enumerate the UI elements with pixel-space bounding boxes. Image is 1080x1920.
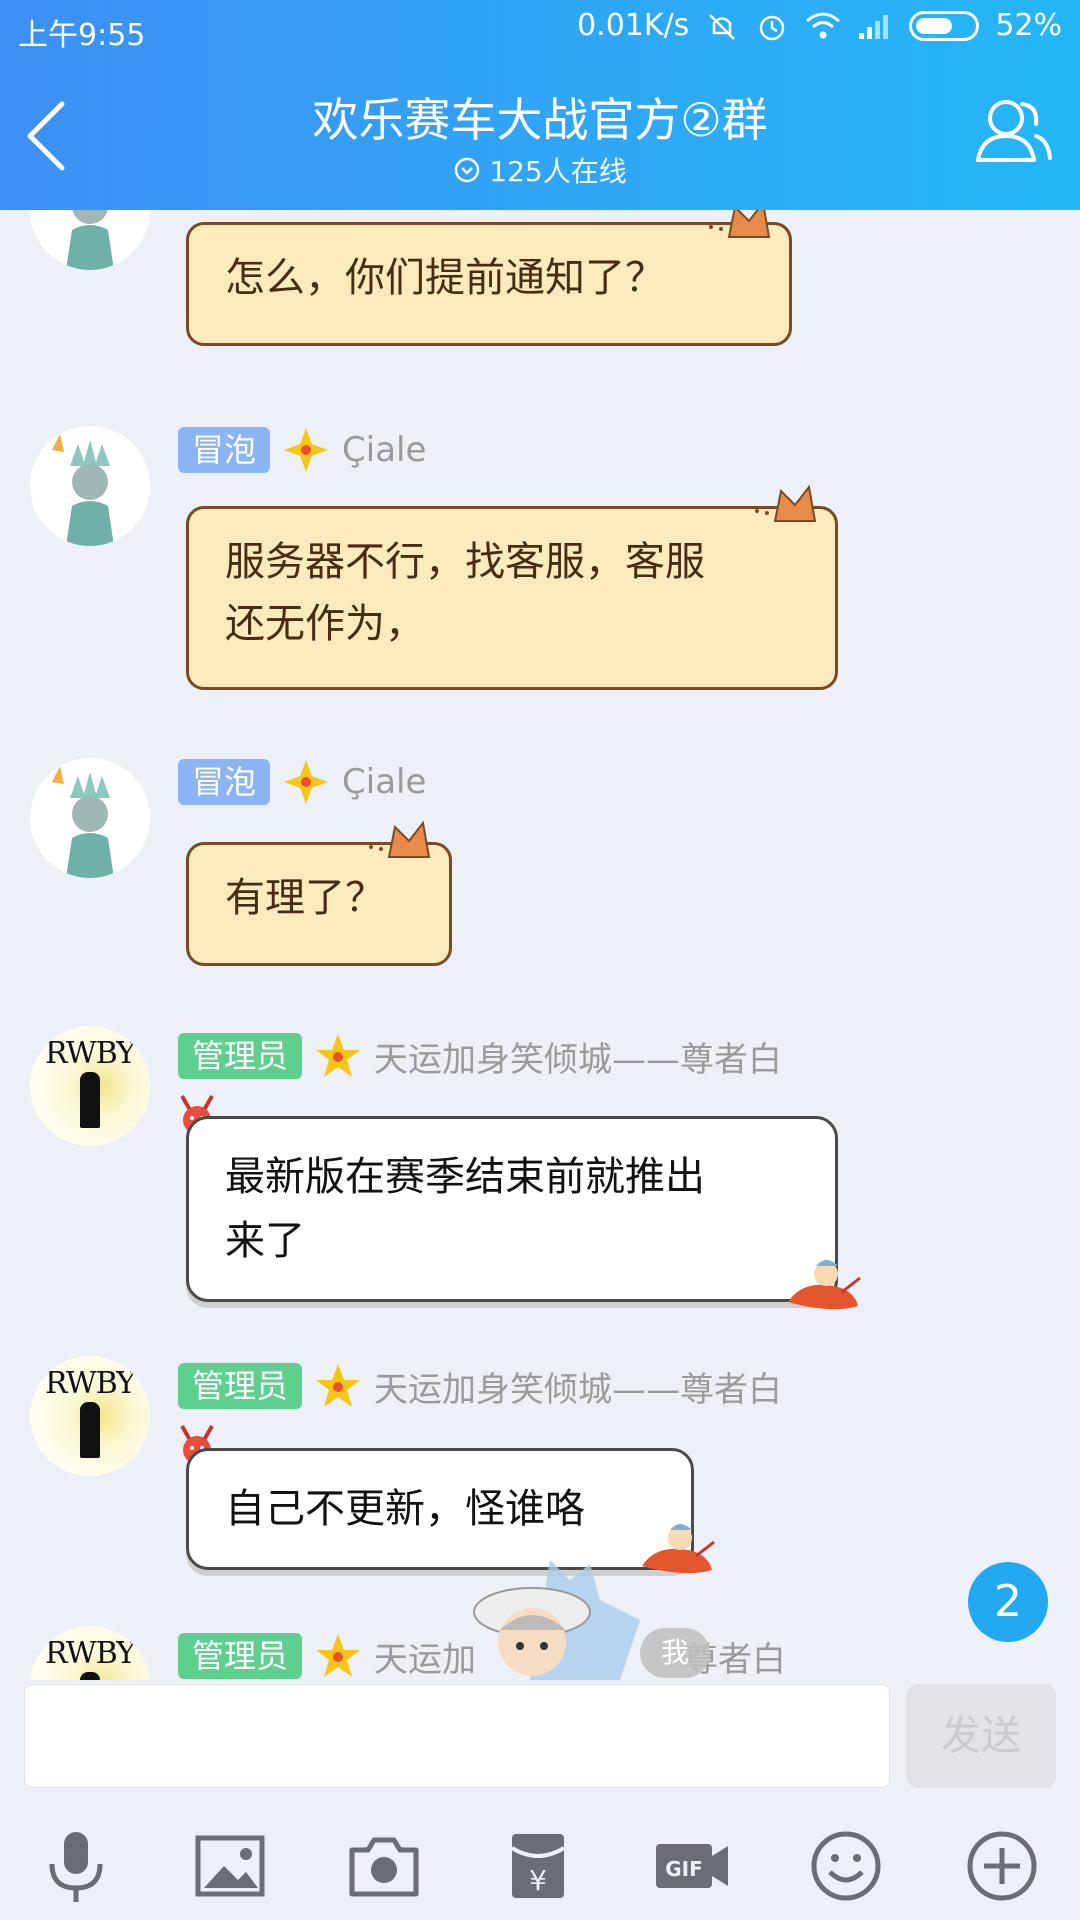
sender-name[interactable]: Çiale bbox=[342, 762, 426, 802]
emoji-icon[interactable] bbox=[806, 1826, 886, 1906]
online-status: 125人在线 bbox=[0, 150, 1080, 190]
mute-icon bbox=[709, 13, 736, 40]
sender-name[interactable]: 天运加身笑倾城——尊者白 bbox=[374, 1362, 782, 1411]
statue-avatar-icon bbox=[30, 210, 150, 270]
svg-text:¥: ¥ bbox=[529, 1864, 547, 1897]
wifi-icon bbox=[806, 12, 841, 38]
camera-icon[interactable] bbox=[344, 1826, 424, 1906]
cat-ear-icon bbox=[755, 484, 817, 522]
message-line: 最新版在赛季结束前就推出 bbox=[225, 1154, 705, 1200]
avatar-figure bbox=[80, 1672, 100, 1680]
message-line: 来了 bbox=[225, 1218, 305, 1264]
input-toolbar: ¥ GIF bbox=[0, 1826, 1080, 1916]
statue-avatar-icon bbox=[30, 426, 150, 546]
avatar-figure bbox=[80, 1402, 100, 1458]
character-sticker-icon bbox=[473, 1560, 640, 1680]
online-count: 125人在线 bbox=[489, 155, 627, 188]
statue-avatar-icon bbox=[30, 758, 150, 878]
star-rank-icon bbox=[316, 1364, 361, 1407]
avatar-text: RWBY bbox=[44, 1036, 136, 1071]
avatar[interactable]: RWBY bbox=[30, 1356, 150, 1476]
avatar-text: RWBY bbox=[44, 1366, 136, 1401]
star-rank-icon bbox=[316, 1034, 361, 1077]
message-bubble[interactable]: 怎么，你们提前通知了？ bbox=[186, 210, 792, 346]
message-line: 服务器不行，找客服，客服 bbox=[225, 539, 705, 585]
avatar[interactable]: RWBY bbox=[30, 1026, 150, 1146]
message-line: 还无作为， bbox=[225, 601, 425, 647]
avatar-text: RWBY bbox=[44, 1636, 136, 1671]
cat-ear-icon bbox=[709, 210, 771, 238]
shrimp-icon bbox=[788, 1260, 861, 1310]
svg-text:GIF: GIF bbox=[665, 1857, 703, 1881]
me-tag: 我 bbox=[640, 1628, 710, 1678]
message-bubble[interactable]: 有理了？ bbox=[186, 820, 452, 966]
avatar[interactable]: RWBY bbox=[30, 1626, 150, 1680]
avatar[interactable] bbox=[30, 426, 150, 546]
gif-icon[interactable]: GIF bbox=[652, 1826, 732, 1906]
sender-name[interactable]: Çiale bbox=[342, 430, 426, 470]
avatar-figure bbox=[80, 1072, 100, 1128]
message-meta: 管理员 天运加身笑倾城——尊者白 bbox=[178, 1362, 782, 1410]
star-rank-icon bbox=[316, 1634, 361, 1677]
message-meta: 冒泡 Çiale bbox=[178, 758, 426, 806]
message-input[interactable] bbox=[24, 1684, 890, 1788]
message-list[interactable]: 怎么，你们提前通知了？ 冒泡 Çiale 服务器不行，找客服，客服 还无作为， … bbox=[0, 210, 1080, 1680]
signal-icon bbox=[859, 14, 889, 39]
mic-icon[interactable] bbox=[36, 1826, 116, 1906]
admin-badge: 管理员 bbox=[178, 1033, 303, 1079]
status-right: 0.01K/s 52% bbox=[577, 8, 1062, 43]
message-meta: 冒泡 Çiale bbox=[178, 426, 426, 474]
input-area: 发送 ¥ GIF bbox=[0, 1680, 1080, 1920]
member-badge: 冒泡 bbox=[178, 427, 271, 473]
unread-count-badge[interactable]: 2 bbox=[968, 1562, 1048, 1642]
status-time: 上午9:55 bbox=[18, 18, 146, 53]
image-icon[interactable] bbox=[190, 1826, 270, 1906]
chat-title: 欢乐赛车大战官方②群 bbox=[312, 93, 768, 147]
alarm-icon bbox=[760, 15, 785, 40]
avatar[interactable] bbox=[30, 758, 150, 878]
message-bubble[interactable]: 自己不更新，怪谁咯 bbox=[186, 1448, 694, 1570]
battery-icon bbox=[909, 10, 980, 41]
plus-icon[interactable] bbox=[962, 1826, 1042, 1906]
diamond-rank-icon bbox=[284, 760, 329, 804]
message-meta: 管理员 天运加身笑倾城——尊者白 bbox=[178, 1032, 782, 1080]
message-text: 怎么，你们提前通知了？ bbox=[225, 255, 665, 301]
cat-ear-icon bbox=[369, 820, 431, 858]
message-text: 自己不更新，怪谁咯 bbox=[225, 1486, 585, 1532]
send-button[interactable]: 发送 bbox=[906, 1684, 1056, 1788]
chevron-circle-icon[interactable] bbox=[453, 156, 481, 184]
chat-header: 上午9:55 0.01K/s 52% 欢乐赛车大战官方②群 125人在线 bbox=[0, 0, 1080, 210]
sender-name-part[interactable]: 天运加 bbox=[374, 1632, 476, 1681]
sender-name[interactable]: 天运加身笑倾城——尊者白 bbox=[374, 1032, 782, 1081]
admin-badge: 管理员 bbox=[178, 1633, 303, 1679]
red-packet-icon[interactable]: ¥ bbox=[498, 1826, 578, 1906]
message-bubble[interactable]: 服务器不行，找客服，客服 还无作为， bbox=[186, 484, 838, 690]
member-badge: 冒泡 bbox=[178, 759, 271, 805]
battery-percent: 52% bbox=[995, 8, 1062, 43]
group-members-icon[interactable] bbox=[974, 96, 1054, 168]
status-bar: 上午9:55 0.01K/s 52% bbox=[0, 0, 1080, 58]
network-speed: 0.01K/s bbox=[577, 8, 690, 43]
message-text: 有理了？ bbox=[225, 875, 385, 921]
diamond-rank-icon bbox=[284, 428, 329, 472]
avatar[interactable] bbox=[30, 210, 150, 270]
admin-badge: 管理员 bbox=[178, 1363, 303, 1409]
message-bubble[interactable]: 最新版在赛季结束前就推出 来了 bbox=[186, 1116, 838, 1302]
